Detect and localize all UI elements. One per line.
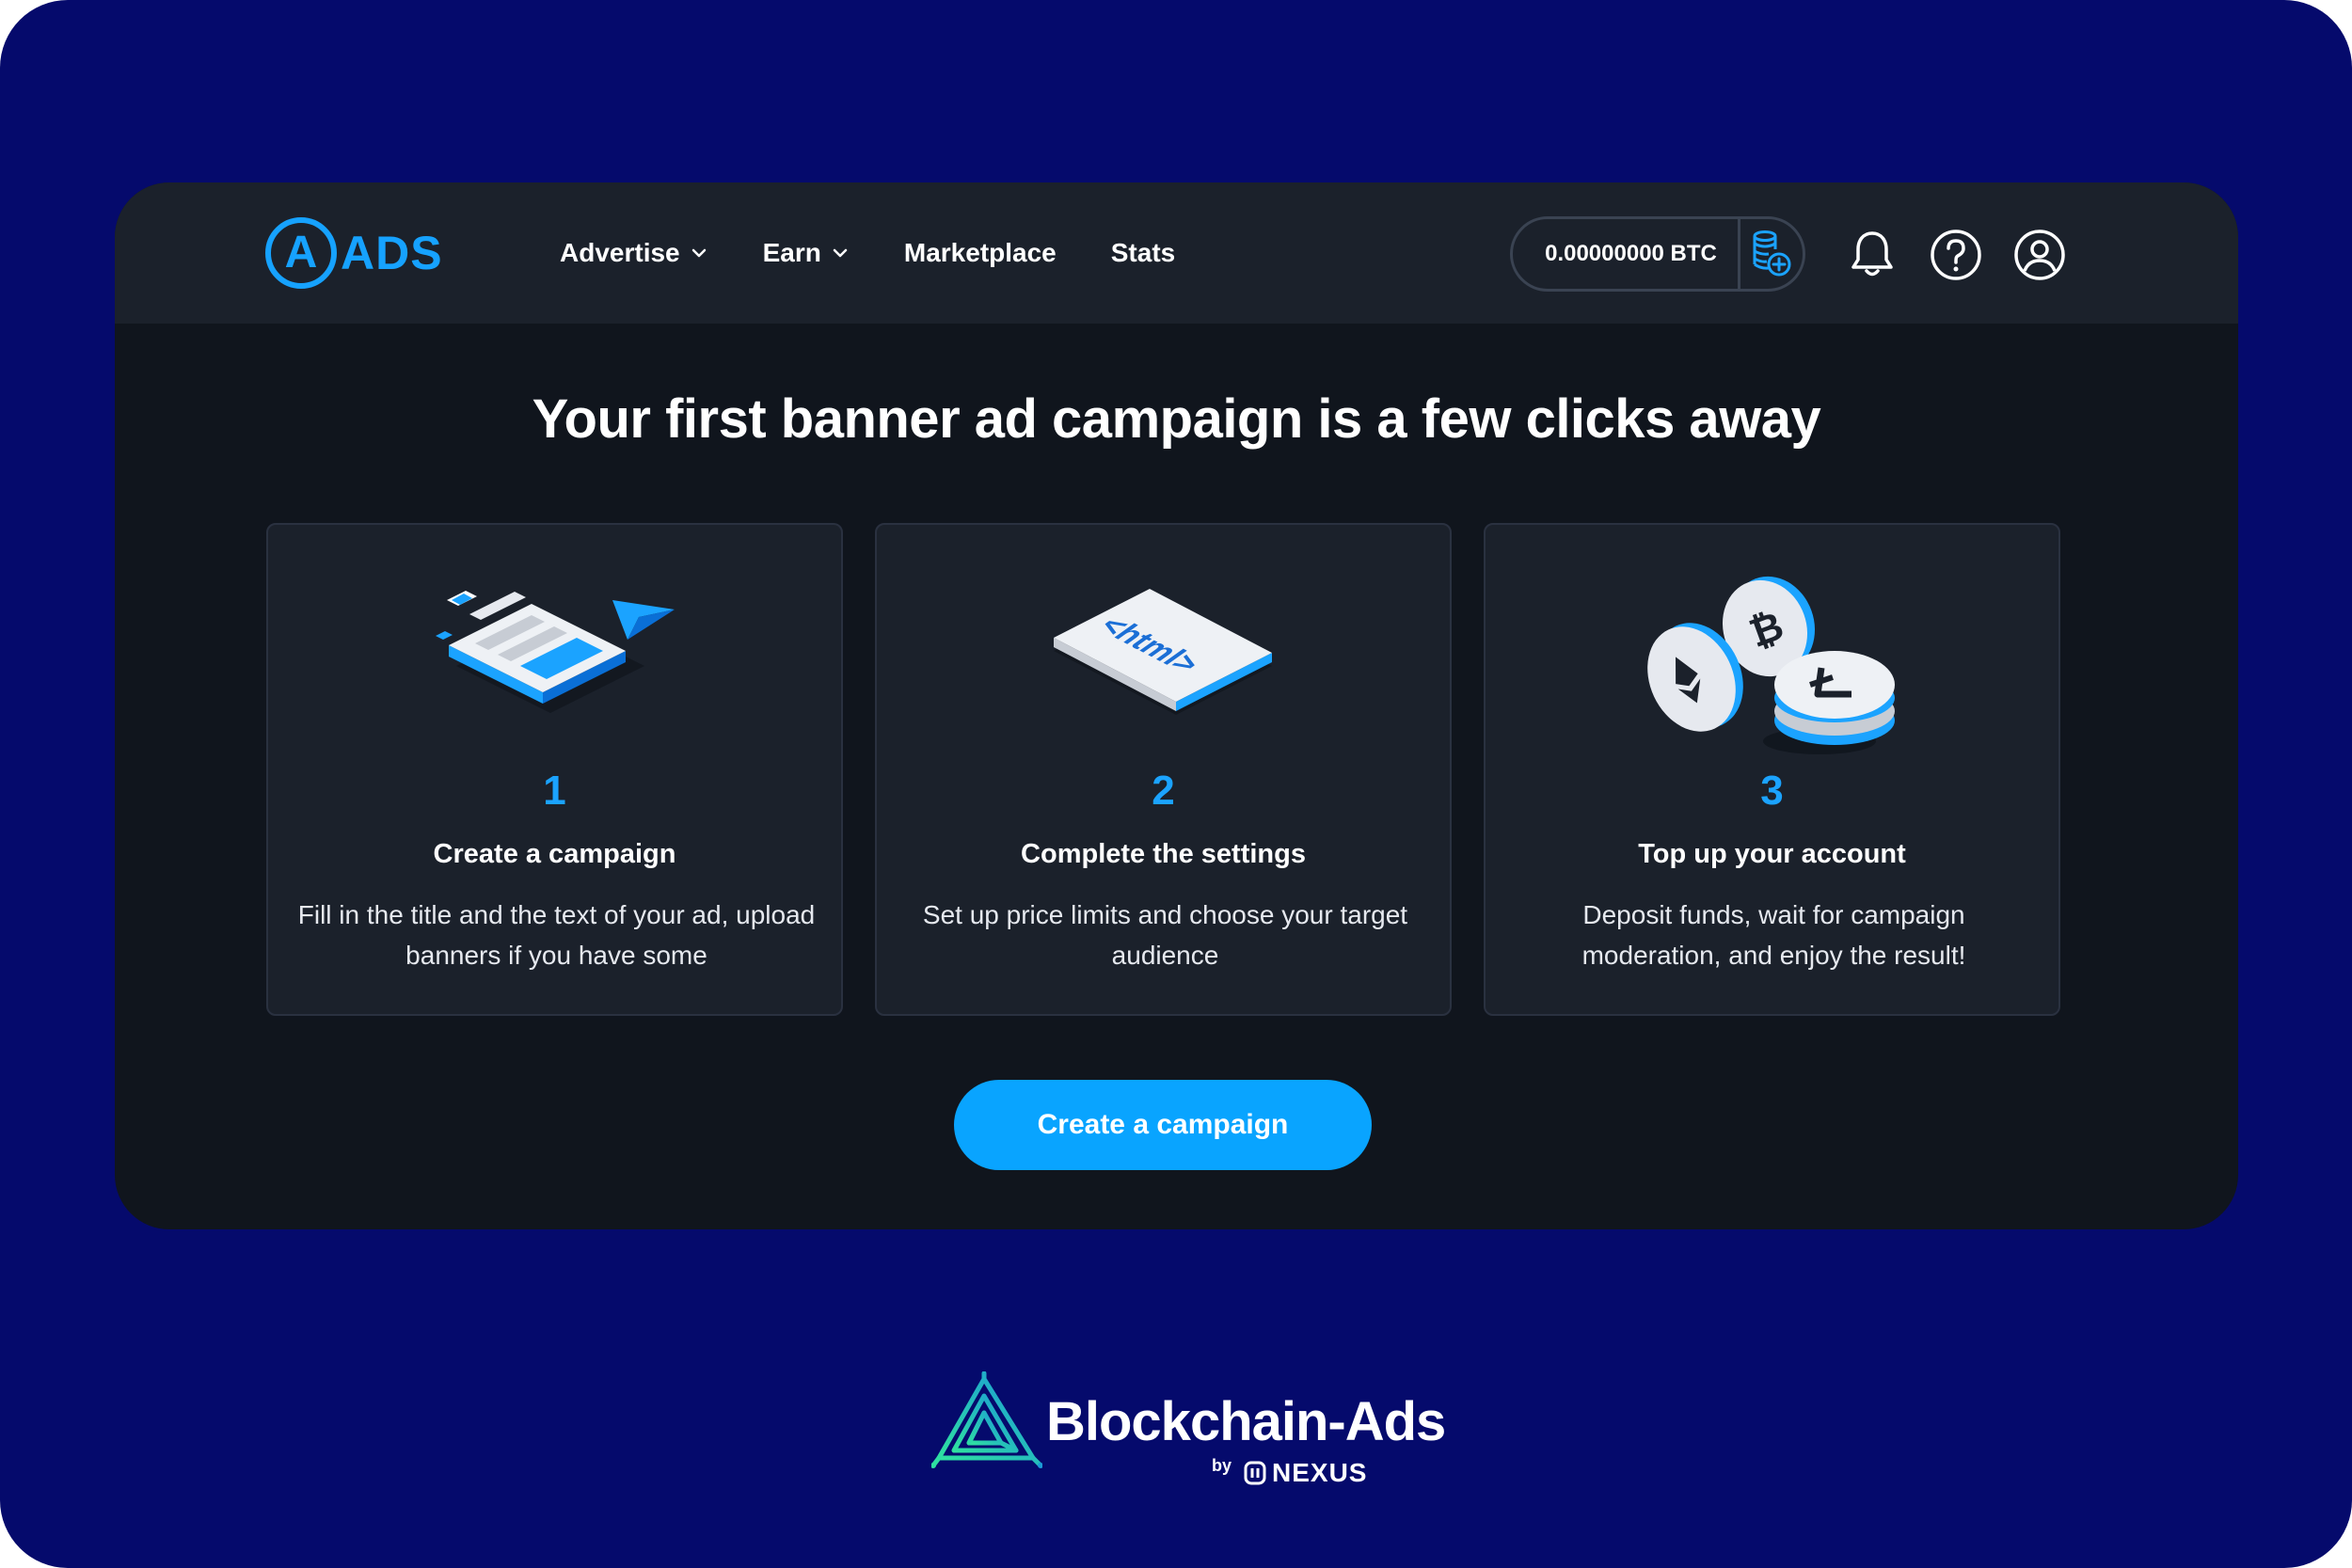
nav-advertise[interactable]: Advertise (560, 238, 708, 268)
nav-marketplace[interactable]: Marketplace (904, 238, 1057, 268)
step-number: 2 (1152, 768, 1175, 814)
aads-logo[interactable]: A ADS (265, 215, 443, 291)
html-card-illustration: <html> (1053, 589, 1272, 715)
balance-value: 0.00000000 BTC (1545, 241, 1717, 266)
step-description: Fill in the title and the text of your a… (297, 900, 816, 970)
step-title: Top up your account (1638, 839, 1906, 869)
step-title: Create a campaign (433, 839, 676, 869)
step-number: 3 (1760, 768, 1784, 814)
step-number: 1 (543, 768, 566, 814)
nav-marketplace-label: Marketplace (903, 238, 1057, 267)
step-title: Complete the settings (1021, 839, 1306, 869)
nexus-mark-icon (1244, 1461, 1266, 1485)
nexus-text: NEXUS (1272, 1458, 1368, 1487)
nav-earn[interactable]: Earn (763, 238, 850, 268)
step-card: 1 Create a campaign Fill in the title an… (266, 523, 843, 1016)
steps-list: 1 Create a campaign Fill in the title an… (266, 523, 2060, 1016)
blockchain-ads-logo-icon (931, 1371, 1042, 1468)
coins-add-icon (1753, 230, 1791, 277)
logo-mark: A (265, 217, 337, 289)
logo-text: ADS (341, 227, 443, 279)
create-campaign-button[interactable]: Create a campaign (954, 1080, 1372, 1170)
chevron-down-icon (691, 248, 706, 258)
app-window: A ADS Advertise Earn Marketplace Stats 0… (115, 182, 2238, 1229)
step-card: ₿ 3 Top up your account Deposit funds, w… (1484, 523, 2060, 1016)
step-card: <html> 2 Complete the settings Set up pr… (875, 523, 1452, 1016)
top-up-button[interactable] (1740, 218, 1803, 290)
brand-by: by (1212, 1456, 1232, 1475)
page-background: A ADS Advertise Earn Marketplace Stats 0… (0, 0, 2352, 1568)
brand-name: Blockchain-Ads (1046, 1391, 1446, 1452)
step-description: Deposit funds, wait for campaign moderat… (1581, 900, 1966, 970)
chevron-down-icon (833, 248, 848, 258)
step-description: Set up price limits and choose your targ… (922, 900, 1408, 970)
nav-advertise-label: Advertise (560, 238, 680, 267)
nexus-logo: NEXUS (1244, 1458, 1367, 1488)
nav-stats-label: Stats (1110, 238, 1176, 267)
help-icon[interactable] (1929, 228, 1983, 282)
main-nav: Advertise Earn Marketplace Stats (560, 228, 1230, 278)
nav-stats[interactable]: Stats (1111, 238, 1175, 268)
bell-icon[interactable] (1845, 228, 1899, 282)
balance-widget: 0.00000000 BTC (1510, 216, 1805, 292)
crypto-coins-illustration: ₿ (1646, 576, 1895, 754)
blockchain-ads-brand: Blockchain-Ads by NEXUS (931, 1366, 1446, 1494)
top-navbar: A ADS Advertise Earn Marketplace Stats 0… (115, 182, 2238, 324)
page-headline: Your first banner ad campaign is a few c… (532, 388, 1821, 450)
nav-earn-label: Earn (762, 238, 821, 267)
banner-editor-illustration (435, 591, 675, 713)
user-icon[interactable] (2012, 228, 2067, 282)
